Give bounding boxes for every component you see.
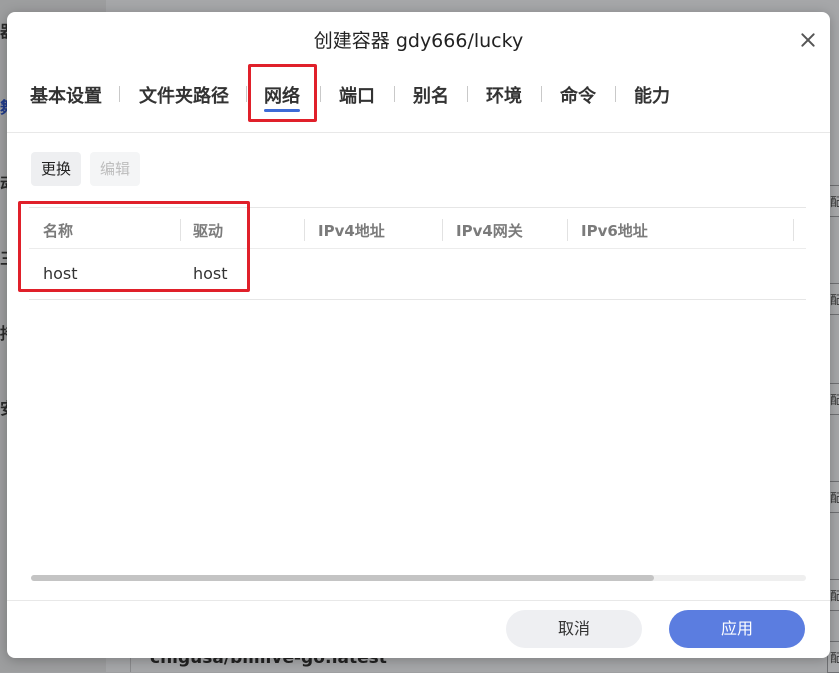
dialog-title: 创建容器 gdy666/lucky [313, 30, 524, 52]
tab-bar: 基本设置 文件夹路径 网络 端口 别名 环境 命令 能力 [7, 72, 830, 133]
apply-button[interactable]: 应用 [669, 610, 805, 648]
background-config-label: 配 [830, 491, 839, 505]
network-tab-highlight [248, 64, 317, 122]
tab-basic-settings[interactable]: 基本设置 [30, 82, 102, 108]
tab-separator [467, 86, 468, 102]
create-container-dialog: 创建容器 gdy666/lucky 基本设置 文件夹路径 网络 端口 别名 环境… [7, 12, 830, 658]
horizontal-scrollbar-thumb[interactable] [31, 575, 654, 581]
table-highlight [18, 201, 250, 292]
tab-separator [246, 86, 247, 102]
tab-folder-paths[interactable]: 文件夹路径 [139, 82, 229, 108]
background-config-label: 配 [830, 393, 839, 407]
tab-aliases[interactable]: 别名 [413, 82, 449, 108]
tab-separator [119, 86, 120, 102]
close-icon[interactable] [798, 30, 818, 50]
tab-separator [541, 86, 542, 102]
column-header-ipv6-address: IPv6地址 [581, 222, 648, 240]
edit-button[interactable]: 编辑 [90, 152, 141, 186]
table-row-border [29, 299, 806, 300]
column-header-ipv4-gateway: IPv4网关 [456, 222, 523, 240]
tab-separator [615, 86, 616, 102]
tab-separator [394, 86, 395, 102]
tab-environment[interactable]: 环境 [486, 82, 522, 108]
replace-button[interactable]: 更换 [31, 152, 82, 186]
cancel-button[interactable]: 取消 [506, 610, 642, 648]
column-separator [793, 219, 794, 241]
background-config-label: 配 [830, 651, 839, 665]
column-separator [442, 219, 443, 241]
background-config-label: 配 [830, 195, 839, 209]
background-config-label: 配 [830, 589, 839, 603]
column-header-ipv4-address: IPv4地址 [318, 222, 385, 240]
column-separator [567, 219, 568, 241]
tab-capabilities[interactable]: 能力 [634, 82, 670, 108]
tab-separator [320, 86, 321, 102]
tab-command[interactable]: 命令 [560, 82, 596, 108]
column-separator [304, 219, 305, 241]
tab-ports[interactable]: 端口 [339, 82, 375, 108]
background-config-label: 配 [830, 293, 839, 307]
footer-divider [7, 600, 830, 601]
